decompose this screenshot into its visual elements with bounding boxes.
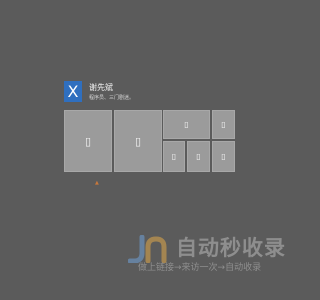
tile-1[interactable]: ▯ [64,110,112,172]
watermark: 自动秒收录 做上链接→来访一次→自动收录 [126,235,294,277]
orange-caret-icon: ▲ [95,180,99,186]
file-icon: ▯ [171,151,177,161]
profile-name: 谢先斌 [89,83,113,92]
watermark-title: 自动秒收录 [176,236,286,260]
tile-4[interactable]: ▯ [212,110,235,139]
tile-2[interactable]: ▯ [114,110,162,172]
profile-header[interactable]: X 谢先斌 程序员、三门剧迷。 [64,81,134,103]
file-icon: ▯ [196,151,201,161]
avatar[interactable]: X [64,81,82,102]
tile-5[interactable]: ▯ [163,141,185,172]
file-icon: ▯ [184,119,189,129]
start-page: X 谢先斌 程序员、三门剧迷。 ▯ ▯ ▯ ▯ ▯ ▯ ▯ ▲ 自动秒收录 做上… [0,0,300,300]
tile-3[interactable]: ▯ [163,110,210,139]
file-icon: ▯ [221,119,226,129]
profile-subtitle: 程序员、三门剧迷。 [89,95,135,101]
tile-6[interactable]: ▯ [187,141,210,172]
file-icon: ▯ [134,134,142,148]
file-icon: ▯ [221,151,226,161]
watermark-logo-icon [128,235,167,263]
file-icon: ▯ [84,134,92,148]
profile-text: 谢先斌 程序员、三门剧迷。 [89,81,134,102]
tile-7[interactable]: ▯ [212,141,235,172]
watermark-subtitle: 做上链接→来访一次→自动收录 [138,263,262,273]
